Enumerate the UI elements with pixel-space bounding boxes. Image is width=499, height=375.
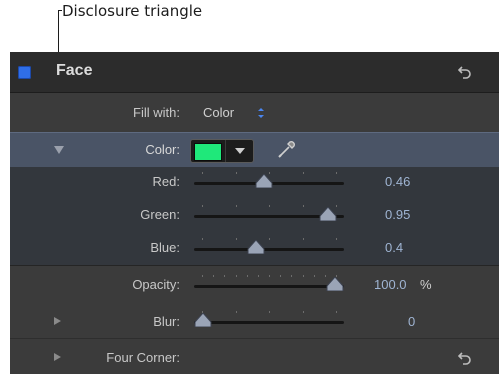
inspector-panel: Face Fill with: Color Color: Red: 0.46 G… [10,52,499,374]
slider-tick [235,238,237,240]
slider-tick [302,238,304,240]
slider-tick [224,275,226,277]
slider-tick [235,172,237,174]
slider-track[interactable] [194,248,344,251]
slider-tick [336,172,337,174]
slider-tick [269,275,270,277]
reset-icon[interactable] [458,65,472,79]
fill-with-row: Fill with: Color [10,93,499,131]
slider-tick [213,275,215,277]
slider-thumb[interactable] [326,277,344,291]
slider-tick [257,275,259,277]
four-corner-label: Four Corner: [106,350,180,365]
face-section-header[interactable]: Face [10,52,499,93]
disclosure-triangle-collapsed-icon[interactable] [54,353,61,361]
red-label: Red: [152,174,180,189]
slider-thumb[interactable] [319,207,337,221]
slider-tick [291,275,293,277]
slider-tick [202,238,203,240]
slider-tick [202,205,203,207]
opacity-value[interactable]: 100.0 [374,277,407,292]
green-label: Green: [140,207,180,222]
slider-tick [202,275,203,277]
chevron-down-icon [235,148,245,154]
slider-tick [280,275,282,277]
eyedropper-icon[interactable] [276,138,298,160]
opacity-slider[interactable] [194,272,344,292]
slider-track[interactable] [194,321,344,324]
green-value[interactable]: 0.95 [385,207,410,222]
slider-tick [235,311,237,313]
reset-icon[interactable] [458,351,472,365]
slider-thumb[interactable] [194,313,212,327]
color-well[interactable] [190,139,254,163]
blue-label: Blue: [150,240,180,255]
opacity-row: Opacity: 100.0 % [10,266,499,304]
four-corner-row[interactable]: Four Corner: [10,338,499,375]
blur-label: Blur: [153,314,180,329]
red-value[interactable]: 0.46 [385,174,410,189]
green-slider[interactable] [194,202,344,222]
fill-with-popup[interactable]: Color [203,105,234,120]
popup-arrows-icon[interactable] [256,106,266,120]
slider-tick [302,275,304,277]
blur-value[interactable]: 0 [408,314,415,329]
opacity-unit: % [420,277,432,292]
blur-row: Blur: 0 [10,304,499,338]
blue-slider[interactable] [194,235,344,255]
slider-tick [202,172,203,174]
slider-tick [269,311,270,313]
slider-tick [235,205,237,207]
callout-label: Disclosure triangle [62,2,203,20]
slider-tick [269,238,270,240]
color-dropdown-button[interactable] [225,140,253,162]
slider-tick [302,205,304,207]
disclosure-triangle-collapsed-icon[interactable] [54,317,61,325]
section-title: Face [56,62,93,79]
blue-value[interactable]: 0.4 [385,240,403,255]
red-slider[interactable] [194,169,344,189]
enable-checkbox[interactable] [18,66,31,79]
slider-tick [246,275,248,277]
slider-tick [302,172,304,174]
slider-thumb[interactable] [255,174,273,188]
slider-tick [313,275,315,277]
slider-thumb[interactable] [247,240,265,254]
color-swatch[interactable] [194,143,222,161]
slider-tick [336,238,337,240]
slider-tick [269,205,270,207]
slider-tick [302,311,304,313]
color-label: Color: [145,142,180,157]
slider-track[interactable] [194,285,344,288]
rgb-subsection: Red: 0.46 Green: 0.95 Blue: 0.4 [10,167,499,266]
blur-slider[interactable] [194,308,344,328]
slider-tick [235,275,237,277]
fill-with-label: Fill with: [133,105,180,120]
disclosure-triangle-icon[interactable] [54,146,64,154]
opacity-label: Opacity: [132,277,180,292]
color-row: Color: [10,132,499,168]
slider-tick [336,311,337,313]
